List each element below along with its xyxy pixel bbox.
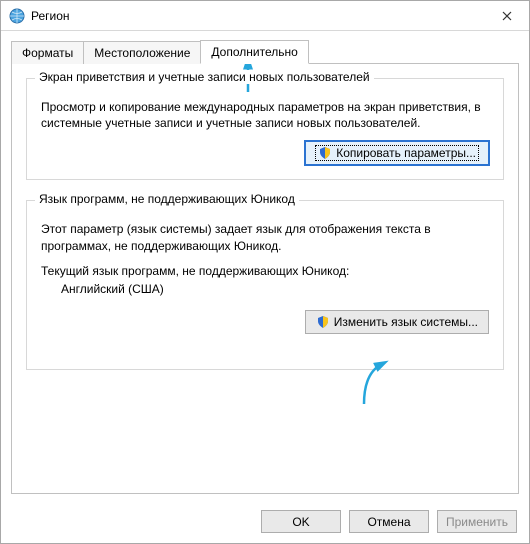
tab-formats[interactable]: Форматы: [11, 41, 84, 64]
cancel-button[interactable]: Отмена: [349, 510, 429, 533]
tabstrip: Форматы Местоположение Дополнительно: [11, 39, 519, 63]
uac-shield-icon: [318, 146, 332, 160]
tab-advanced[interactable]: Дополнительно: [200, 40, 308, 64]
region-dialog: Регион Форматы Местоположение Дополнител…: [0, 0, 530, 544]
change-system-locale-label: Изменить язык системы...: [334, 315, 478, 329]
current-locale-label: Текущий язык программ, не поддерживающих…: [41, 264, 489, 278]
content-area: Форматы Местоположение Дополнительно Экр…: [1, 31, 529, 500]
tab-location[interactable]: Местоположение: [83, 41, 201, 64]
dialog-footer: OK Отмена Применить: [1, 500, 529, 543]
apply-button: Применить: [437, 510, 517, 533]
ok-button[interactable]: OK: [261, 510, 341, 533]
group-welcome-legend: Экран приветствия и учетные записи новых…: [35, 70, 374, 84]
copy-settings-label: Копировать параметры...: [336, 146, 476, 160]
tab-panel-advanced: Экран приветствия и учетные записи новых…: [11, 63, 519, 494]
uac-shield-icon: [316, 315, 330, 329]
close-button[interactable]: [484, 1, 529, 30]
group-nonunicode: Язык программ, не поддерживающих Юникод …: [26, 200, 504, 370]
globe-icon: [9, 8, 25, 24]
group-nonunicode-text: Этот параметр (язык системы) задает язык…: [41, 221, 489, 253]
window-title: Регион: [31, 9, 70, 23]
group-welcome-text: Просмотр и копирование международных пар…: [41, 99, 489, 131]
change-system-locale-button[interactable]: Изменить язык системы...: [305, 310, 489, 334]
group-nonunicode-legend: Язык программ, не поддерживающих Юникод: [35, 192, 299, 206]
copy-settings-button[interactable]: Копировать параметры...: [305, 141, 489, 165]
group-welcome: Экран приветствия и учетные записи новых…: [26, 78, 504, 180]
current-locale-value: Английский (США): [61, 282, 489, 296]
titlebar: Регион: [1, 1, 529, 31]
